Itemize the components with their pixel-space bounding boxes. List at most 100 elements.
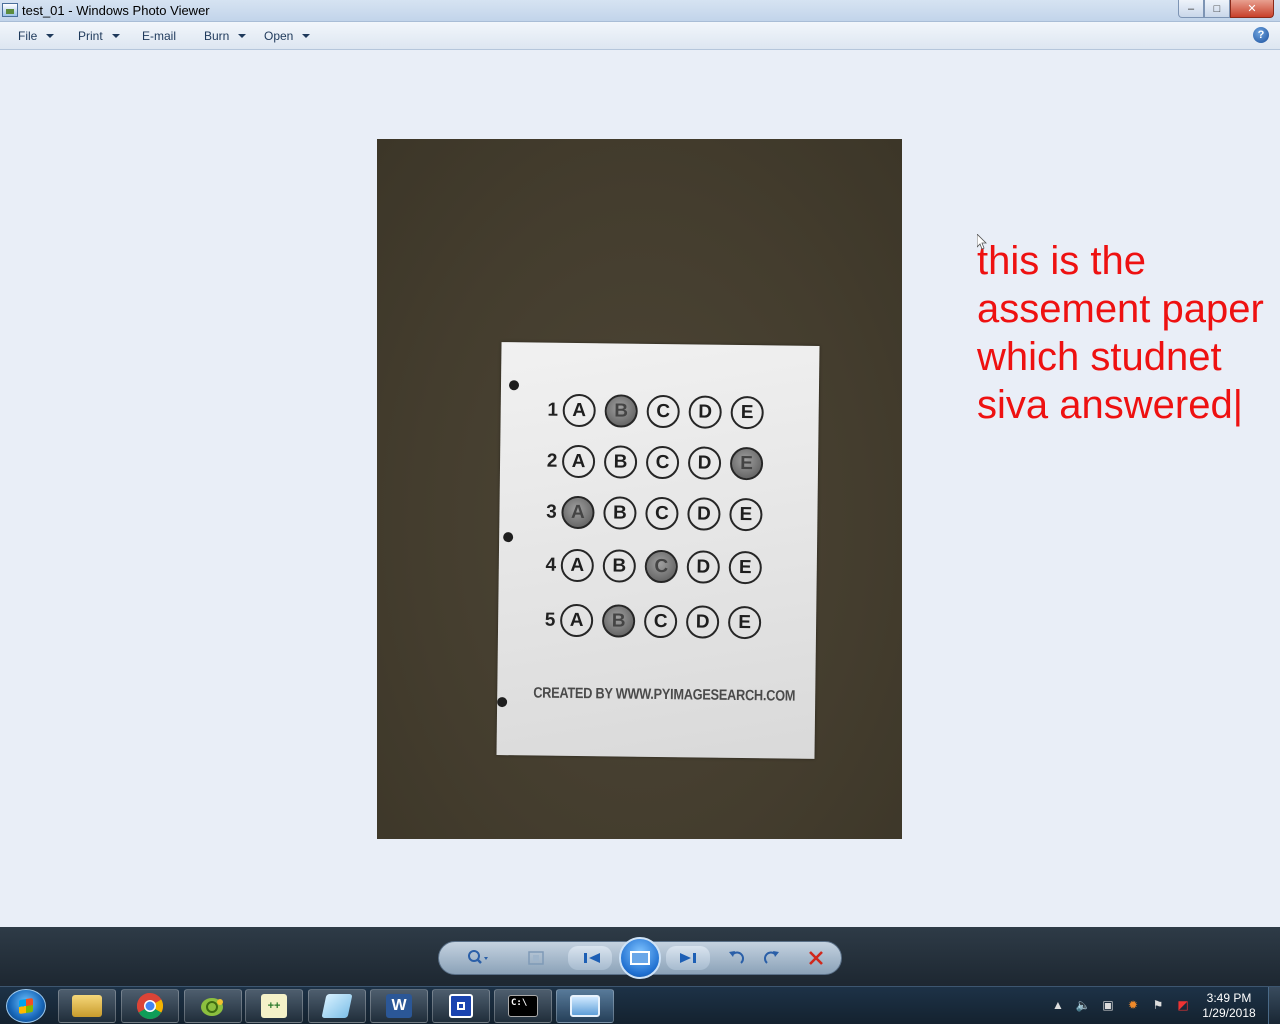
- answer-bubble-filled: B: [604, 394, 638, 428]
- taskbar-clock[interactable]: 3:49 PM 1/29/2018: [1196, 991, 1262, 1021]
- menu-bar: File Print E-mail Burn Open ?: [0, 22, 1280, 50]
- clock-date: 1/29/2018: [1202, 1006, 1256, 1020]
- answer-bubble-filled: C: [644, 549, 679, 584]
- menu-open[interactable]: Open: [264, 29, 311, 43]
- annotation-line: siva answered|: [977, 383, 1244, 427]
- notepad-glyph: [321, 994, 353, 1018]
- notepad-plus-icon[interactable]: ++: [245, 989, 303, 1023]
- answer-bubble: C: [643, 604, 678, 639]
- annotation-line: which studnet: [977, 335, 1222, 379]
- sheet-credit-text: CREATED BY WWW.PYIMAGESEARCH.COM: [533, 684, 796, 705]
- windows-explorer-icon[interactable]: [58, 989, 116, 1023]
- slideshow-icon: [630, 951, 650, 965]
- answer-bubble: B: [602, 549, 637, 583]
- word-icon[interactable]: W: [370, 989, 428, 1023]
- answer-bubble-filled: A: [561, 495, 595, 530]
- speaker-muted-icon[interactable]: 🔈: [1075, 997, 1091, 1013]
- menu-email-label: E-mail: [142, 29, 177, 43]
- answer-bubble: B: [603, 496, 637, 530]
- maximize-button[interactable]: □: [1204, 0, 1230, 18]
- answer-sheet-photo: 1 A B C D E 2 A B C D E 3 A B C D E 4 A …: [377, 139, 902, 839]
- action-center-icon[interactable]: ⚑: [1150, 997, 1166, 1013]
- delete-icon[interactable]: [804, 948, 828, 968]
- answer-bubble: D: [687, 446, 722, 480]
- question-row: 2 A B C D E: [544, 444, 772, 481]
- annotation-line: assement paper: [977, 287, 1264, 331]
- square-icon: [457, 1002, 465, 1010]
- question-row: 5 A B C D E: [542, 603, 770, 640]
- next-icon[interactable]: [676, 948, 700, 968]
- annotation-text: this is the assement paper which studnet…: [977, 237, 1277, 429]
- answer-bubble: D: [686, 550, 721, 584]
- chameleon-icon: [201, 998, 223, 1016]
- close-button[interactable]: ✕: [1230, 0, 1274, 18]
- zoom-icon[interactable]: [466, 948, 490, 968]
- answer-bubble: C: [646, 394, 680, 429]
- answer-bubble: A: [559, 603, 594, 638]
- window-app-glyph: [449, 994, 473, 1018]
- actual-size-icon[interactable]: [524, 948, 548, 968]
- rotate-left-icon[interactable]: [725, 948, 749, 968]
- menu-burn[interactable]: Burn: [204, 29, 247, 43]
- answer-bubble-filled: B: [601, 604, 636, 638]
- title-bar: test_01 - Windows Photo Viewer – □ ✕: [0, 0, 1280, 22]
- question-row: 4 A B C D E: [543, 548, 771, 585]
- answer-bubble: D: [685, 605, 720, 639]
- minimize-button[interactable]: –: [1178, 0, 1204, 18]
- app-icon[interactable]: [184, 989, 242, 1023]
- mouse-cursor-icon: [977, 234, 987, 250]
- clock-time: 3:49 PM: [1206, 991, 1252, 1005]
- answer-bubble-filled: E: [729, 446, 764, 481]
- rotate-right-icon[interactable]: [759, 948, 783, 968]
- punch-hole: [503, 532, 514, 543]
- network-icon[interactable]: ▣: [1100, 997, 1116, 1013]
- start-button[interactable]: [6, 989, 46, 1023]
- word-glyph: W: [386, 994, 412, 1018]
- question-number: 1: [547, 399, 559, 421]
- answer-bubble: D: [687, 497, 721, 531]
- question-row: 1 A B C D E: [545, 393, 773, 430]
- chevron-down-icon: [302, 34, 311, 38]
- answer-bubble: D: [688, 395, 722, 429]
- cmd-glyph: C:\: [508, 995, 538, 1017]
- previous-icon[interactable]: [580, 948, 604, 968]
- tray-expand-icon[interactable]: ▲: [1050, 997, 1066, 1013]
- chevron-down-icon: [111, 34, 120, 38]
- app-tray-icon[interactable]: ◩: [1175, 997, 1191, 1013]
- window-controls: – □ ✕: [1178, 0, 1274, 18]
- question-number: 3: [546, 501, 557, 523]
- answer-bubble: B: [603, 445, 638, 479]
- question-number: 4: [545, 554, 557, 576]
- chrome-logo-icon: [136, 992, 164, 1020]
- question-number: 2: [546, 450, 558, 472]
- menu-burn-label: Burn: [204, 29, 230, 43]
- slideshow-button[interactable]: [619, 937, 661, 979]
- app-icon[interactable]: [432, 989, 490, 1023]
- avast-icon[interactable]: ✹: [1125, 997, 1141, 1013]
- chevron-down-icon: [238, 34, 247, 38]
- chrome-icon[interactable]: [121, 989, 179, 1023]
- window-title: test_01 - Windows Photo Viewer: [22, 3, 210, 18]
- answer-bubble: E: [728, 550, 762, 585]
- punch-hole: [508, 380, 520, 391]
- answer-bubble: C: [645, 496, 679, 531]
- menu-email[interactable]: E-mail: [142, 29, 176, 43]
- menu-file[interactable]: File: [18, 29, 55, 43]
- menu-file-label: File: [18, 29, 38, 43]
- notepad-icon[interactable]: [308, 989, 366, 1023]
- photo-viewer-icon[interactable]: [556, 989, 614, 1023]
- answer-bubble: E: [727, 605, 762, 640]
- show-desktop-button[interactable]: [1268, 987, 1280, 1024]
- answer-bubble: C: [645, 445, 680, 480]
- folder-icon: [72, 995, 102, 1017]
- answer-bubble: A: [561, 444, 596, 479]
- notepad-plus-glyph: ++: [261, 994, 287, 1018]
- chevron-down-icon: [46, 34, 55, 38]
- question-number: 5: [544, 609, 556, 631]
- cmd-icon[interactable]: C:\: [494, 989, 552, 1023]
- answer-bubble: E: [729, 497, 763, 532]
- question-row: 3 A B C D E: [543, 495, 771, 532]
- help-icon[interactable]: ?: [1253, 27, 1269, 43]
- photo-glyph: [570, 995, 600, 1017]
- menu-print[interactable]: Print: [78, 29, 120, 43]
